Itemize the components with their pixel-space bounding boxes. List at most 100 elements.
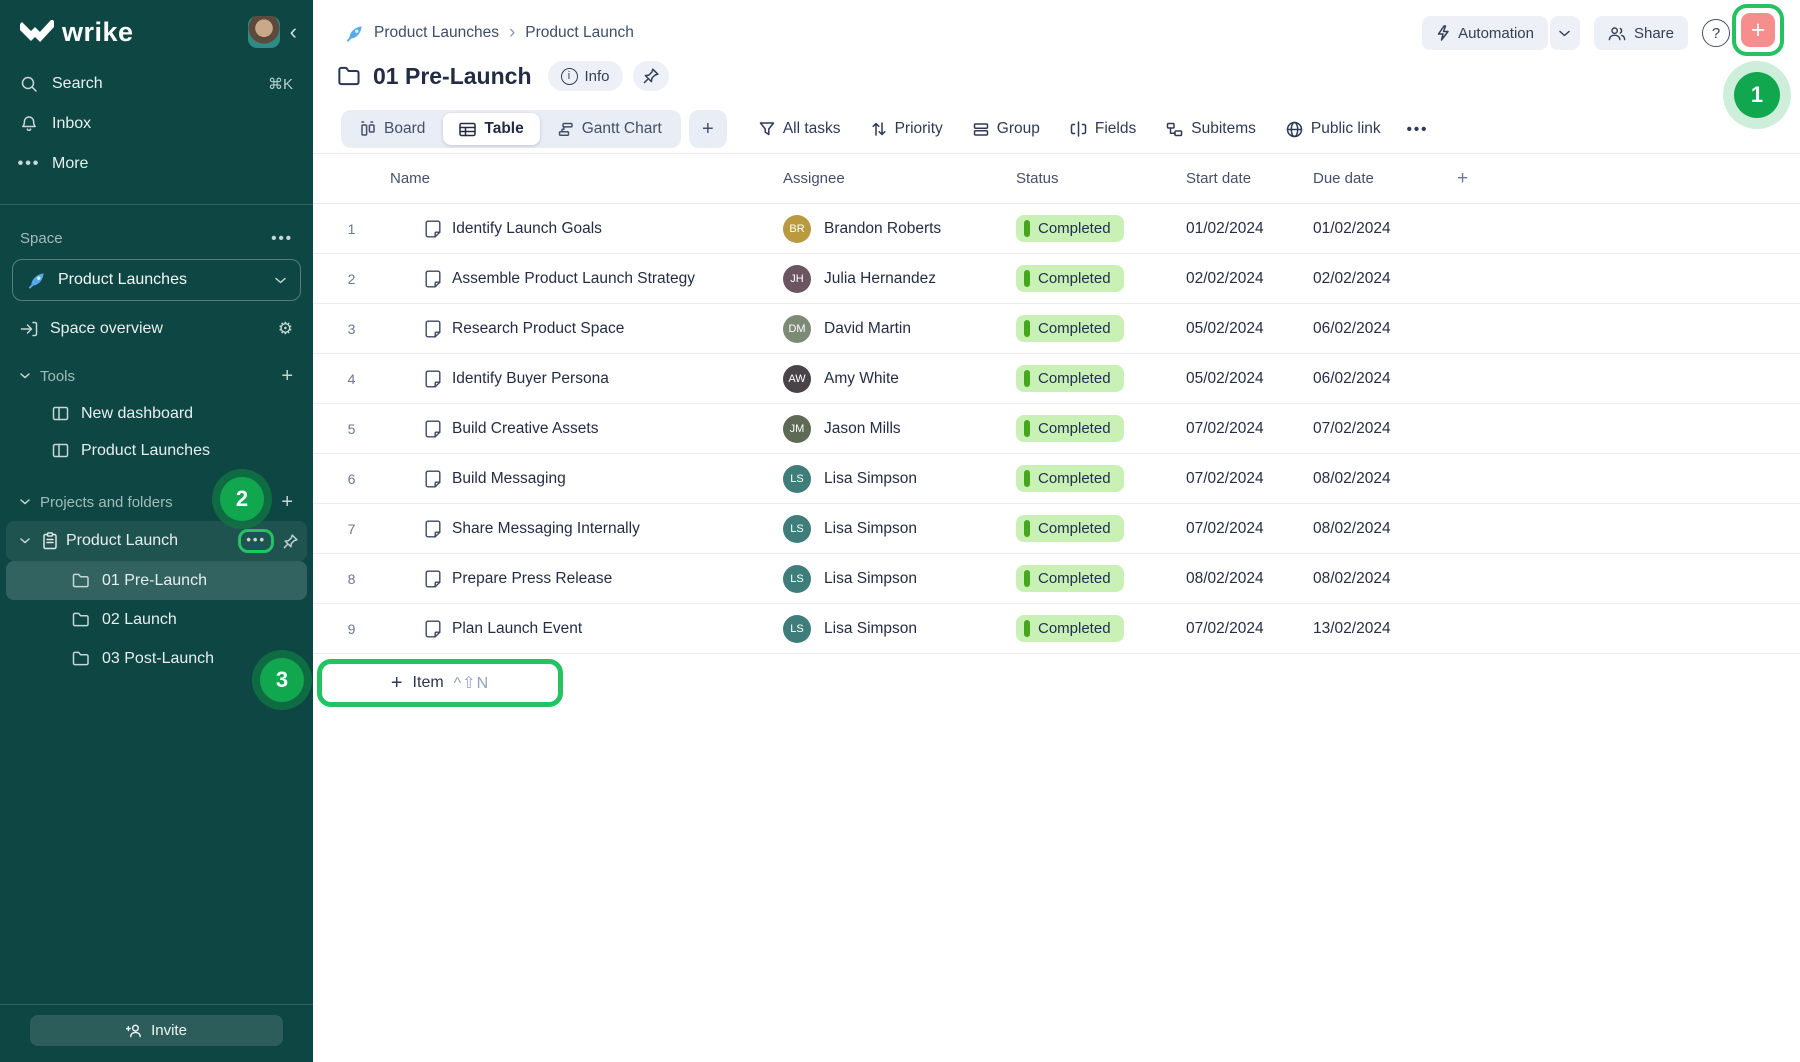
- tab-table[interactable]: Table: [443, 113, 539, 145]
- start-date-cell[interactable]: 07/02/2024: [1186, 620, 1313, 638]
- column-header-name[interactable]: Name: [390, 170, 783, 187]
- add-item-button[interactable]: Item: [413, 674, 444, 692]
- status-cell[interactable]: Completed: [1016, 265, 1186, 292]
- add-tool-button[interactable]: +: [281, 365, 293, 388]
- status-cell[interactable]: Completed: [1016, 315, 1186, 342]
- breadcrumb-item-project[interactable]: Product Launch: [525, 24, 634, 42]
- task-name-cell[interactable]: Assemble Product Launch Strategy: [390, 270, 783, 288]
- task-name-cell[interactable]: Prepare Press Release: [390, 570, 783, 588]
- breadcrumb-item-space[interactable]: Product Launches: [374, 24, 499, 42]
- status-cell[interactable]: Completed: [1016, 615, 1186, 642]
- sidebar-item-tool[interactable]: Product Launches: [0, 432, 313, 469]
- task-name-cell[interactable]: Plan Launch Event: [390, 620, 783, 638]
- start-date-cell[interactable]: 07/02/2024: [1186, 520, 1313, 538]
- sidebar-item-more[interactable]: ••• More: [0, 144, 313, 184]
- pin-button[interactable]: [633, 61, 669, 91]
- start-date-cell[interactable]: 08/02/2024: [1186, 570, 1313, 588]
- status-cell[interactable]: Completed: [1016, 415, 1186, 442]
- toolbar-group[interactable]: Group: [973, 120, 1040, 138]
- assignee-cell[interactable]: DMDavid Martin: [783, 315, 1016, 343]
- table-row[interactable]: 4Identify Buyer PersonaAWAmy WhiteComple…: [313, 354, 1800, 404]
- add-view-button[interactable]: +: [689, 110, 727, 148]
- assignee-cell[interactable]: JMJason Mills: [783, 415, 1016, 443]
- due-date-cell[interactable]: 08/02/2024: [1313, 520, 1445, 538]
- space-menu-button[interactable]: •••: [271, 230, 293, 247]
- status-cell[interactable]: Completed: [1016, 565, 1186, 592]
- status-cell[interactable]: Completed: [1016, 465, 1186, 492]
- start-date-cell[interactable]: 05/02/2024: [1186, 370, 1313, 388]
- start-date-cell[interactable]: 01/02/2024: [1186, 220, 1313, 238]
- assignee-cell[interactable]: LSLisa Simpson: [783, 615, 1016, 643]
- due-date-cell[interactable]: 01/02/2024: [1313, 220, 1445, 238]
- due-date-cell[interactable]: 13/02/2024: [1313, 620, 1445, 638]
- assignee-cell[interactable]: BRBrandon Roberts: [783, 215, 1016, 243]
- task-name-cell[interactable]: Research Product Space: [390, 320, 783, 338]
- toolbar-fields[interactable]: Fields: [1070, 120, 1136, 138]
- assignee-cell[interactable]: LSLisa Simpson: [783, 515, 1016, 543]
- automation-dropdown-button[interactable]: [1550, 16, 1580, 50]
- automation-button[interactable]: Automation: [1422, 16, 1548, 50]
- tab-gantt-chart[interactable]: Gantt Chart: [542, 113, 678, 145]
- task-name-cell[interactable]: Identify Launch Goals: [390, 220, 783, 238]
- pin-icon[interactable]: [282, 533, 299, 550]
- add-project-button[interactable]: +: [281, 491, 293, 514]
- table-row[interactable]: 2Assemble Product Launch StrategyJHJulia…: [313, 254, 1800, 304]
- status-badge[interactable]: Completed: [1016, 315, 1124, 342]
- sidebar-item-space-overview[interactable]: Space overview ⚙: [0, 309, 313, 349]
- user-avatar[interactable]: [248, 16, 280, 48]
- task-name-cell[interactable]: Share Messaging Internally: [390, 520, 783, 538]
- table-row[interactable]: 5Build Creative AssetsJMJason MillsCompl…: [313, 404, 1800, 454]
- assignee-cell[interactable]: AWAmy White: [783, 365, 1016, 393]
- table-row[interactable]: 3Research Product SpaceDMDavid MartinCom…: [313, 304, 1800, 354]
- column-header-start-date[interactable]: Start date: [1186, 170, 1313, 187]
- invite-button[interactable]: Invite: [30, 1015, 283, 1046]
- table-row[interactable]: 7Share Messaging InternallyLSLisa Simpso…: [313, 504, 1800, 554]
- status-badge[interactable]: Completed: [1016, 265, 1124, 292]
- assignee-cell[interactable]: LSLisa Simpson: [783, 465, 1016, 493]
- start-date-cell[interactable]: 05/02/2024: [1186, 320, 1313, 338]
- wrike-logo[interactable]: wrike: [20, 17, 134, 48]
- status-badge[interactable]: Completed: [1016, 615, 1124, 642]
- due-date-cell[interactable]: 02/02/2024: [1313, 270, 1445, 288]
- sidebar-item-inbox[interactable]: Inbox: [0, 104, 313, 144]
- due-date-cell[interactable]: 06/02/2024: [1313, 320, 1445, 338]
- collapse-sidebar-icon[interactable]: ‹: [290, 21, 297, 43]
- toolbar-more-button[interactable]: •••: [1407, 121, 1429, 138]
- status-badge[interactable]: Completed: [1016, 465, 1124, 492]
- space-selector[interactable]: Product Launches: [12, 259, 301, 301]
- column-header-status[interactable]: Status: [1016, 170, 1186, 187]
- info-button[interactable]: i Info: [548, 61, 623, 91]
- toolbar-all-tasks[interactable]: All tasks: [759, 120, 841, 138]
- tab-board[interactable]: Board: [344, 113, 441, 145]
- status-badge[interactable]: Completed: [1016, 365, 1124, 392]
- status-badge[interactable]: Completed: [1016, 215, 1124, 242]
- table-row[interactable]: 8Prepare Press ReleaseLSLisa SimpsonComp…: [313, 554, 1800, 604]
- assignee-cell[interactable]: LSLisa Simpson: [783, 565, 1016, 593]
- column-header-assignee[interactable]: Assignee: [783, 170, 1016, 187]
- project-menu-button[interactable]: •••: [246, 532, 266, 547]
- start-date-cell[interactable]: 07/02/2024: [1186, 420, 1313, 438]
- toolbar-subitems[interactable]: Subitems: [1166, 120, 1256, 138]
- status-cell[interactable]: Completed: [1016, 365, 1186, 392]
- start-date-cell[interactable]: 02/02/2024: [1186, 270, 1313, 288]
- gear-icon[interactable]: ⚙: [278, 319, 293, 339]
- due-date-cell[interactable]: 07/02/2024: [1313, 420, 1445, 438]
- tools-section-header[interactable]: Tools +: [0, 357, 313, 395]
- help-button[interactable]: ?: [1702, 19, 1730, 47]
- sidebar-item-search[interactable]: Search ⌘K: [0, 64, 313, 104]
- share-button[interactable]: Share: [1594, 16, 1688, 50]
- add-task-button[interactable]: +: [1741, 13, 1775, 47]
- toolbar-priority[interactable]: Priority: [871, 120, 943, 138]
- status-badge[interactable]: Completed: [1016, 515, 1124, 542]
- due-date-cell[interactable]: 08/02/2024: [1313, 570, 1445, 588]
- task-name-cell[interactable]: Identify Buyer Persona: [390, 370, 783, 388]
- status-cell[interactable]: Completed: [1016, 515, 1186, 542]
- table-row[interactable]: 9Plan Launch EventLSLisa SimpsonComplete…: [313, 604, 1800, 654]
- sidebar-item-tool[interactable]: New dashboard: [0, 395, 313, 432]
- task-name-cell[interactable]: Build Messaging: [390, 470, 783, 488]
- status-badge[interactable]: Completed: [1016, 565, 1124, 592]
- sidebar-item-folder[interactable]: 02 Launch: [6, 600, 307, 639]
- sidebar-item-product-launch[interactable]: Product Launch •••: [6, 521, 307, 561]
- toolbar-public-link[interactable]: Public link: [1286, 120, 1381, 138]
- sidebar-item-folder[interactable]: 01 Pre-Launch: [6, 561, 307, 600]
